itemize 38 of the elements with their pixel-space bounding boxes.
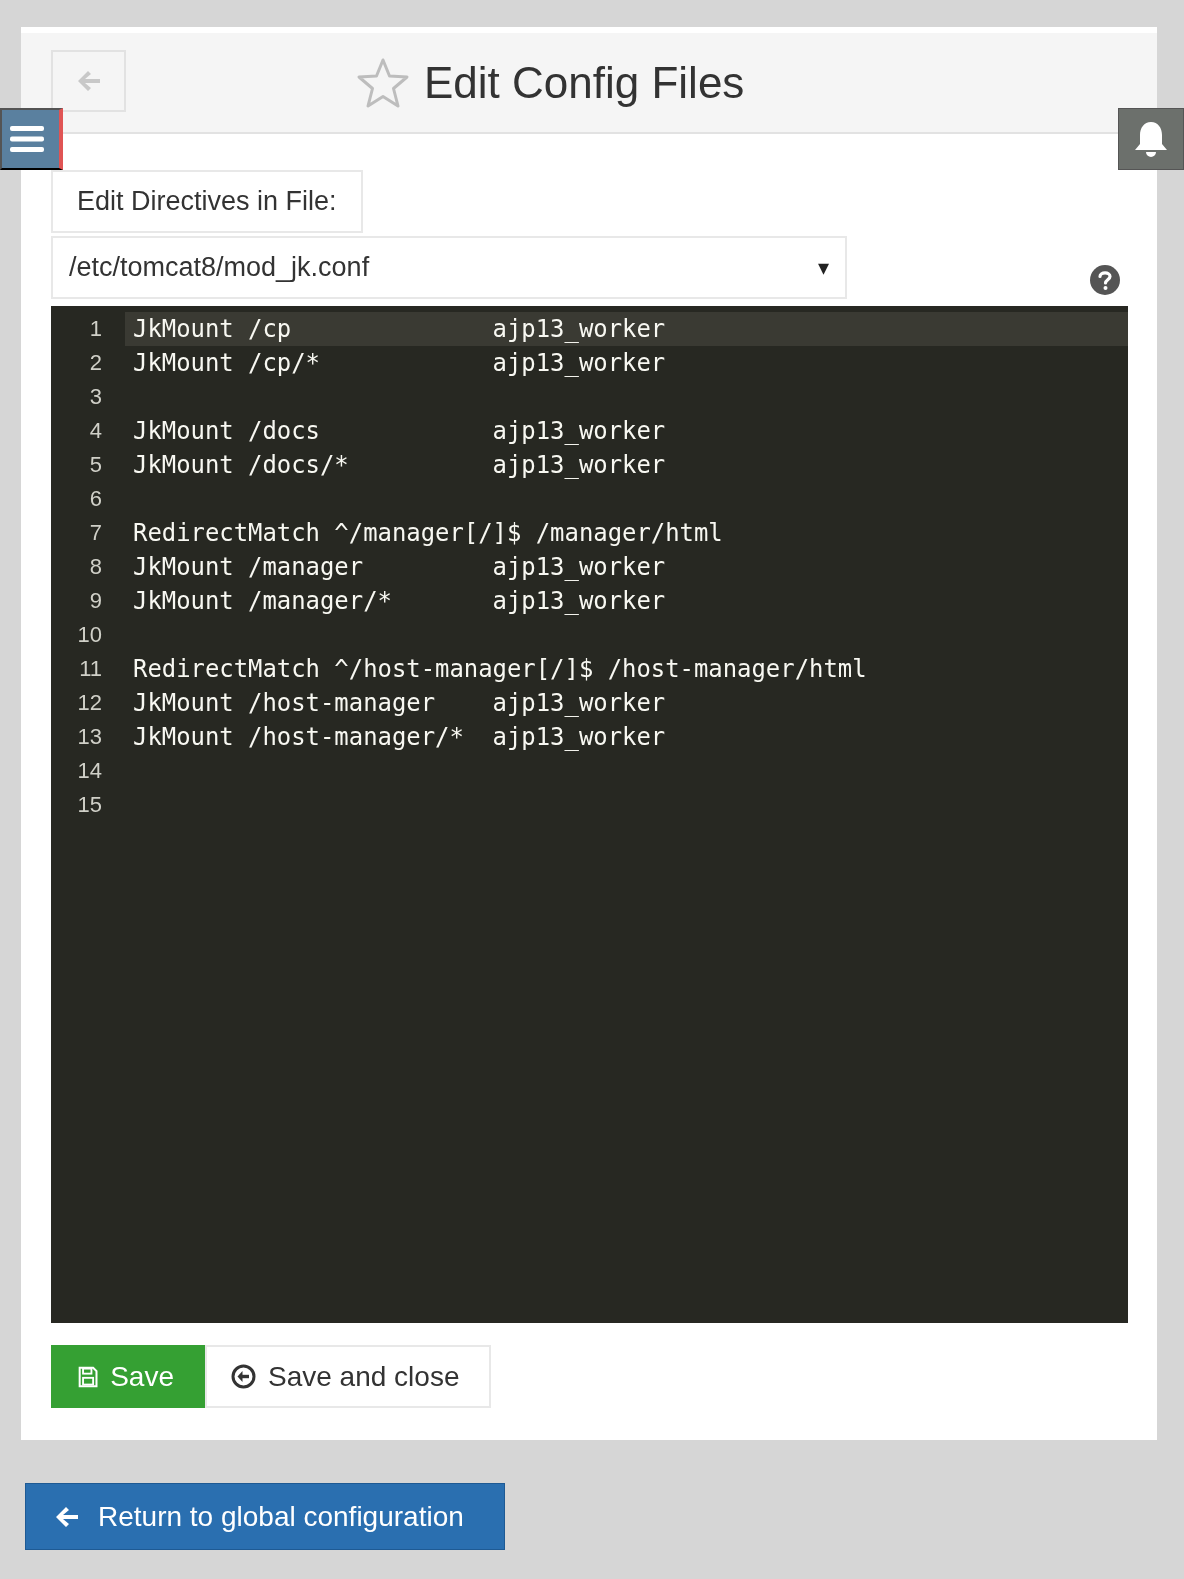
line-number: 14: [76, 758, 102, 784]
page-title: Edit Config Files: [424, 57, 745, 108]
return-button[interactable]: Return to global configuration: [25, 1483, 505, 1550]
menu-icon: [9, 124, 44, 154]
line-number: 3: [88, 384, 102, 410]
notifications-button[interactable]: [1118, 108, 1184, 170]
line-number: 2: [88, 350, 102, 376]
code-line: JkMount /docs/* ajp13_worker: [133, 451, 666, 479]
line-number: 12: [76, 690, 102, 716]
code-line: JkMount /cp/* ajp13_worker: [133, 349, 666, 377]
line-number: 6: [88, 486, 102, 512]
line-number: 7: [88, 520, 102, 546]
line-number: 8: [88, 554, 102, 580]
line-number: 1: [88, 316, 102, 342]
file-select[interactable]: /etc/tomcat8/mod_jk.conf ▾: [51, 236, 847, 299]
circle-arrow-left-icon: [231, 1364, 256, 1389]
code-line: RedirectMatch ^/host-manager[/]$ /host-manager/html: [133, 655, 867, 683]
line-number: 5: [88, 452, 102, 478]
bell-icon: [1133, 120, 1169, 158]
save-and-close-button[interactable]: Save and close: [205, 1345, 492, 1408]
help-icon[interactable]: [1089, 264, 1121, 296]
line-number: 15: [76, 792, 102, 818]
star-icon[interactable]: [356, 56, 410, 109]
code-line: JkMount /manager/* ajp13_worker: [133, 587, 666, 615]
line-number: 9: [88, 588, 102, 614]
code-line: JkMount /host-manager ajp13_worker: [133, 689, 666, 717]
line-number: 13: [76, 724, 102, 750]
line-number: 11: [78, 656, 102, 682]
code-line: JkMount /cp ajp13_worker: [133, 315, 666, 343]
line-number: 10: [76, 622, 102, 648]
code-line: JkMount /host-manager/* ajp13_worker: [133, 723, 666, 751]
file-label: Edit Directives in File:: [51, 170, 363, 233]
arrow-left-icon: [54, 1504, 80, 1529]
code-line: JkMount /manager ajp13_worker: [133, 553, 666, 581]
code-line: JkMount /docs ajp13_worker: [133, 417, 666, 445]
code-line: RedirectMatch ^/manager[/]$ /manager/html: [133, 519, 723, 547]
line-number: 4: [88, 418, 102, 444]
menu-button[interactable]: [0, 108, 63, 170]
